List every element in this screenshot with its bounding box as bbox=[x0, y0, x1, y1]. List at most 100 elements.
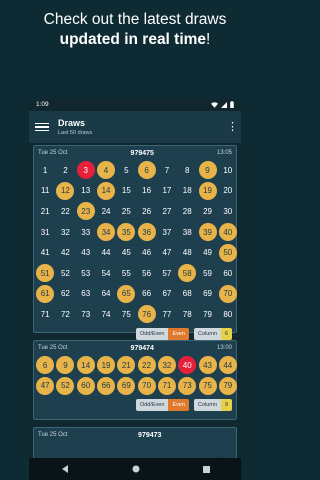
number-ball: 60 bbox=[223, 268, 233, 278]
promo-headline: Check out the latest draws updated in re… bbox=[0, 10, 270, 50]
number-ball: 52 bbox=[60, 268, 70, 278]
number-ball: 8 bbox=[184, 165, 190, 175]
number-ball: 40 bbox=[178, 356, 197, 375]
number-ball: 14 bbox=[76, 356, 95, 375]
odd-even-value: Even bbox=[168, 327, 189, 340]
app-bar: Draws Last 50 draws ⋮ bbox=[29, 111, 241, 143]
number-ball: 79 bbox=[203, 309, 212, 319]
number-ball: 64 bbox=[101, 289, 111, 299]
number-ball: 43 bbox=[198, 356, 217, 375]
app-title-block: Draws Last 50 draws bbox=[58, 118, 227, 137]
number-ball: 31 bbox=[40, 227, 50, 237]
column-chip: Column 6 bbox=[193, 327, 232, 340]
draw-date: Tue 25 Oct bbox=[38, 432, 68, 438]
number-ball: 77 bbox=[162, 309, 172, 319]
odd-even-label: Odd/Even bbox=[135, 327, 169, 340]
page-title: Draws bbox=[58, 117, 86, 128]
menu-icon[interactable] bbox=[35, 122, 49, 132]
number-ball: 62 bbox=[60, 289, 70, 299]
number-ball: 51 bbox=[36, 264, 55, 283]
number-ball: 66 bbox=[97, 376, 116, 395]
number-ball: 18 bbox=[182, 186, 192, 196]
status-icons bbox=[211, 101, 234, 108]
number-ball: 40 bbox=[218, 223, 237, 242]
number-ball: 63 bbox=[81, 289, 91, 299]
number-ball: 15 bbox=[121, 186, 131, 196]
promo-line-2-bold: updated in real time bbox=[59, 31, 207, 48]
number-ball: 47 bbox=[162, 248, 172, 258]
number-ball: 1 bbox=[42, 165, 48, 175]
number-ball: 66 bbox=[142, 289, 152, 299]
draw-time: 13:00 bbox=[216, 345, 232, 351]
number-ball: 75 bbox=[198, 376, 217, 395]
number-ball: 55 bbox=[121, 268, 131, 278]
number-ball: 24 bbox=[101, 206, 111, 216]
number-ball: 80 bbox=[223, 309, 233, 319]
number-ball: 52 bbox=[56, 376, 75, 395]
column-chip: Column 9 bbox=[193, 399, 232, 412]
number-ball: 70 bbox=[218, 284, 237, 303]
signal-icon bbox=[221, 101, 227, 108]
number-ball: 27 bbox=[162, 206, 172, 216]
odd-even-chip: Odd/Even Even bbox=[135, 327, 189, 340]
number-ball: 45 bbox=[121, 248, 131, 258]
column-label: Column bbox=[193, 327, 221, 340]
number-ball: 29 bbox=[203, 206, 212, 216]
number-ball: 43 bbox=[81, 248, 91, 258]
number-ball: 22 bbox=[60, 206, 70, 216]
number-ball: 17 bbox=[162, 186, 172, 196]
number-ball: 44 bbox=[218, 356, 237, 375]
number-ball: 34 bbox=[97, 223, 116, 242]
promo-line-2: updated in real time! bbox=[0, 30, 270, 50]
number-ball: 7 bbox=[164, 165, 170, 175]
recents-icon[interactable] bbox=[202, 465, 210, 473]
page-subtitle: Last 50 draws bbox=[58, 129, 93, 136]
back-icon[interactable] bbox=[61, 465, 69, 473]
promo-line-1: Check out the latest draws bbox=[43, 11, 227, 28]
column-label: Column bbox=[193, 399, 221, 412]
draw-number: 979475 bbox=[130, 149, 154, 157]
draw-card-header: Tue 25 Oct 979474 13:00 bbox=[34, 341, 236, 355]
promo-line-2-suffix: ! bbox=[206, 31, 211, 48]
numbers-grid: 6 9 14 19 21 22 32 40 43 44 47 52 60 66 69 70 71 73 75 79 bbox=[34, 355, 237, 396]
number-ball: 65 bbox=[117, 284, 136, 303]
home-icon[interactable] bbox=[132, 465, 140, 473]
draw-card[interactable]: Tue 25 Oct 979474 13:00 6 9 14 19 21 22 32 40 43… bbox=[33, 340, 237, 420]
number-ball: 39 bbox=[198, 223, 217, 242]
column-value: 9 bbox=[220, 399, 232, 412]
draw-number: 979473 bbox=[138, 431, 162, 439]
number-ball: 6 bbox=[36, 356, 55, 375]
number-ball: 21 bbox=[117, 356, 136, 375]
column-value: 6 bbox=[220, 327, 232, 340]
number-ball: 25 bbox=[121, 206, 131, 216]
number-ball: 9 bbox=[56, 356, 75, 375]
number-ball: 50 bbox=[218, 243, 237, 262]
wifi-icon bbox=[211, 101, 218, 108]
draw-time: 13:05 bbox=[216, 150, 232, 156]
number-ball: 10 bbox=[223, 165, 233, 175]
draw-stats: Odd/Even Even Column 9 bbox=[34, 396, 236, 414]
number-ball: 20 bbox=[223, 186, 233, 196]
number-ball: 58 bbox=[178, 264, 197, 283]
number-ball: 61 bbox=[36, 284, 55, 303]
number-ball: 79 bbox=[218, 376, 237, 395]
number-ball: 35 bbox=[117, 223, 136, 242]
number-ball: 72 bbox=[60, 309, 70, 319]
status-bar: 1:09 bbox=[29, 98, 241, 111]
draw-card-header: Tue 25 Oct 979475 13:05 bbox=[34, 146, 236, 160]
draws-list[interactable]: Tue 25 Oct 979475 13:05 1 2 3 4 5 6 7 8 9 10 11 12 1… bbox=[29, 143, 241, 480]
number-ball: 73 bbox=[178, 376, 197, 395]
draw-date: Tue 25 Oct bbox=[38, 345, 68, 351]
number-ball: 41 bbox=[40, 248, 50, 258]
number-ball: 74 bbox=[101, 309, 111, 319]
phone-frame: 1:09 Draws Last 50 draws ⋮ Tue 25 Oct 97… bbox=[29, 98, 241, 480]
number-ball: 36 bbox=[137, 223, 156, 242]
number-ball: 5 bbox=[124, 165, 129, 175]
system-nav-bar bbox=[29, 458, 241, 480]
more-options-icon[interactable]: ⋮ bbox=[227, 121, 238, 133]
draw-card[interactable]: Tue 25 Oct 979475 13:05 1 2 3 4 5 6 7 8 9 10 11 12 1… bbox=[33, 145, 237, 340]
draw-card-header: Tue 25 Oct 979473 bbox=[34, 428, 236, 442]
number-ball: 30 bbox=[223, 206, 233, 216]
number-ball: 71 bbox=[40, 309, 50, 319]
number-ball: 33 bbox=[81, 227, 91, 237]
